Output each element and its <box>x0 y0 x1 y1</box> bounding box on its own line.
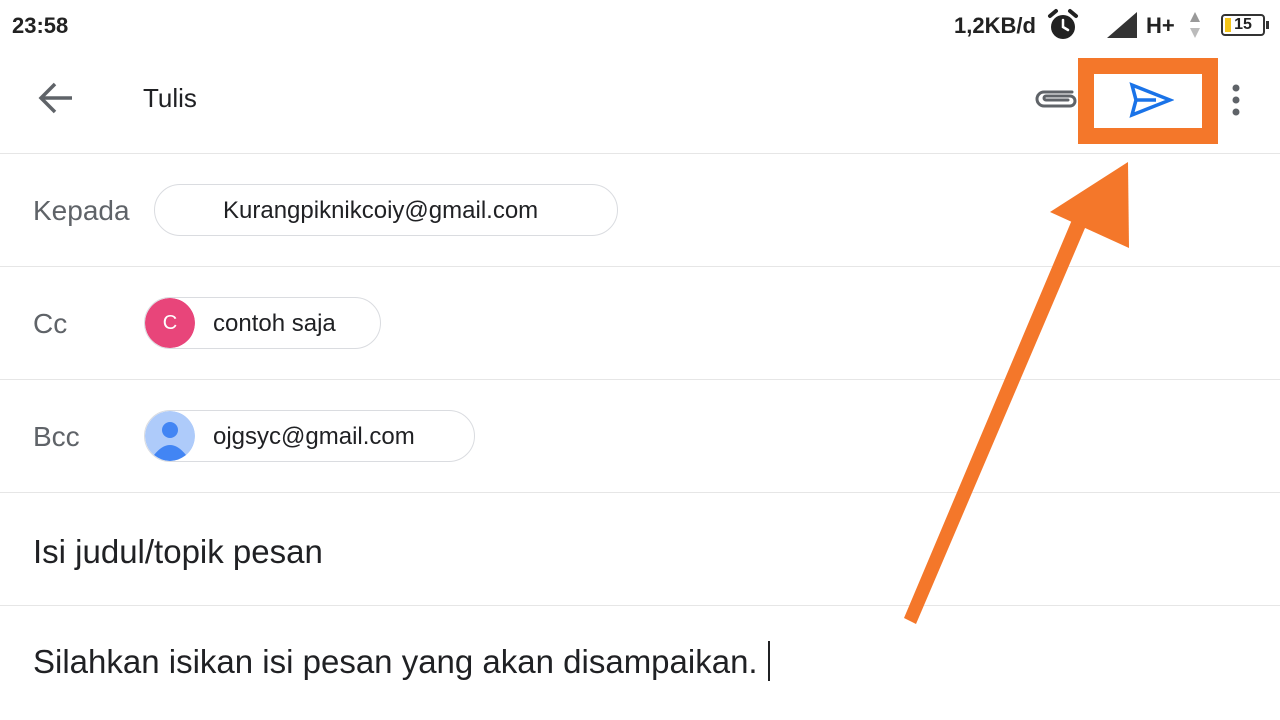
to-recipient-text: Kurangpiknikcoiy@gmail.com <box>223 197 539 224</box>
divider <box>0 379 1280 380</box>
signal-icon <box>1107 12 1137 38</box>
person-avatar-icon <box>145 411 195 461</box>
body-field[interactable]: Silahkan isikan isi pesan yang akan disa… <box>33 641 770 681</box>
bcc-label: Bcc <box>33 421 80 452</box>
to-recipient-chip[interactable]: Kurangpiknikcoiy@gmail.com <box>154 184 618 236</box>
body-text: Silahkan isikan isi pesan yang akan disa… <box>33 643 758 680</box>
avatar: C <box>145 298 195 348</box>
divider <box>0 492 1280 493</box>
avatar-letter: C <box>145 298 195 348</box>
divider <box>0 605 1280 606</box>
cc-recipient-chip[interactable]: C contoh saja <box>144 297 381 349</box>
paperclip-icon[interactable] <box>1032 82 1080 114</box>
compose-screen: 23:58 1,2KB/d H+ 15 Tulis Kepada Kurangp… <box>0 0 1280 720</box>
network-speed: 1,2KB/d <box>954 13 1036 38</box>
status-time: 23:58 <box>12 13 69 38</box>
divider <box>0 266 1280 267</box>
page-title: Tulis <box>143 83 197 113</box>
data-arrows-icon <box>1190 12 1200 38</box>
app-bar: Tulis <box>0 52 1280 152</box>
divider <box>0 153 1280 154</box>
back-arrow-icon[interactable] <box>36 78 76 118</box>
battery-level: 15 <box>1234 16 1252 33</box>
subject-field[interactable]: Isi judul/topik pesan <box>33 533 323 571</box>
to-label: Kepada <box>33 195 130 226</box>
cc-label: Cc <box>33 308 68 339</box>
network-type: H+ <box>1146 13 1175 38</box>
send-icon[interactable] <box>1126 80 1174 120</box>
bcc-recipient-text: ojgsyc@gmail.com <box>213 423 415 450</box>
bcc-recipient-chip[interactable]: ojgsyc@gmail.com <box>144 410 475 462</box>
alarm-icon <box>1048 9 1078 39</box>
text-cursor <box>767 641 770 681</box>
status-bar: 23:58 1,2KB/d H+ 15 <box>0 0 1280 52</box>
cc-recipient-text: contoh saja <box>213 310 336 337</box>
more-vert-icon[interactable] <box>1226 80 1246 120</box>
